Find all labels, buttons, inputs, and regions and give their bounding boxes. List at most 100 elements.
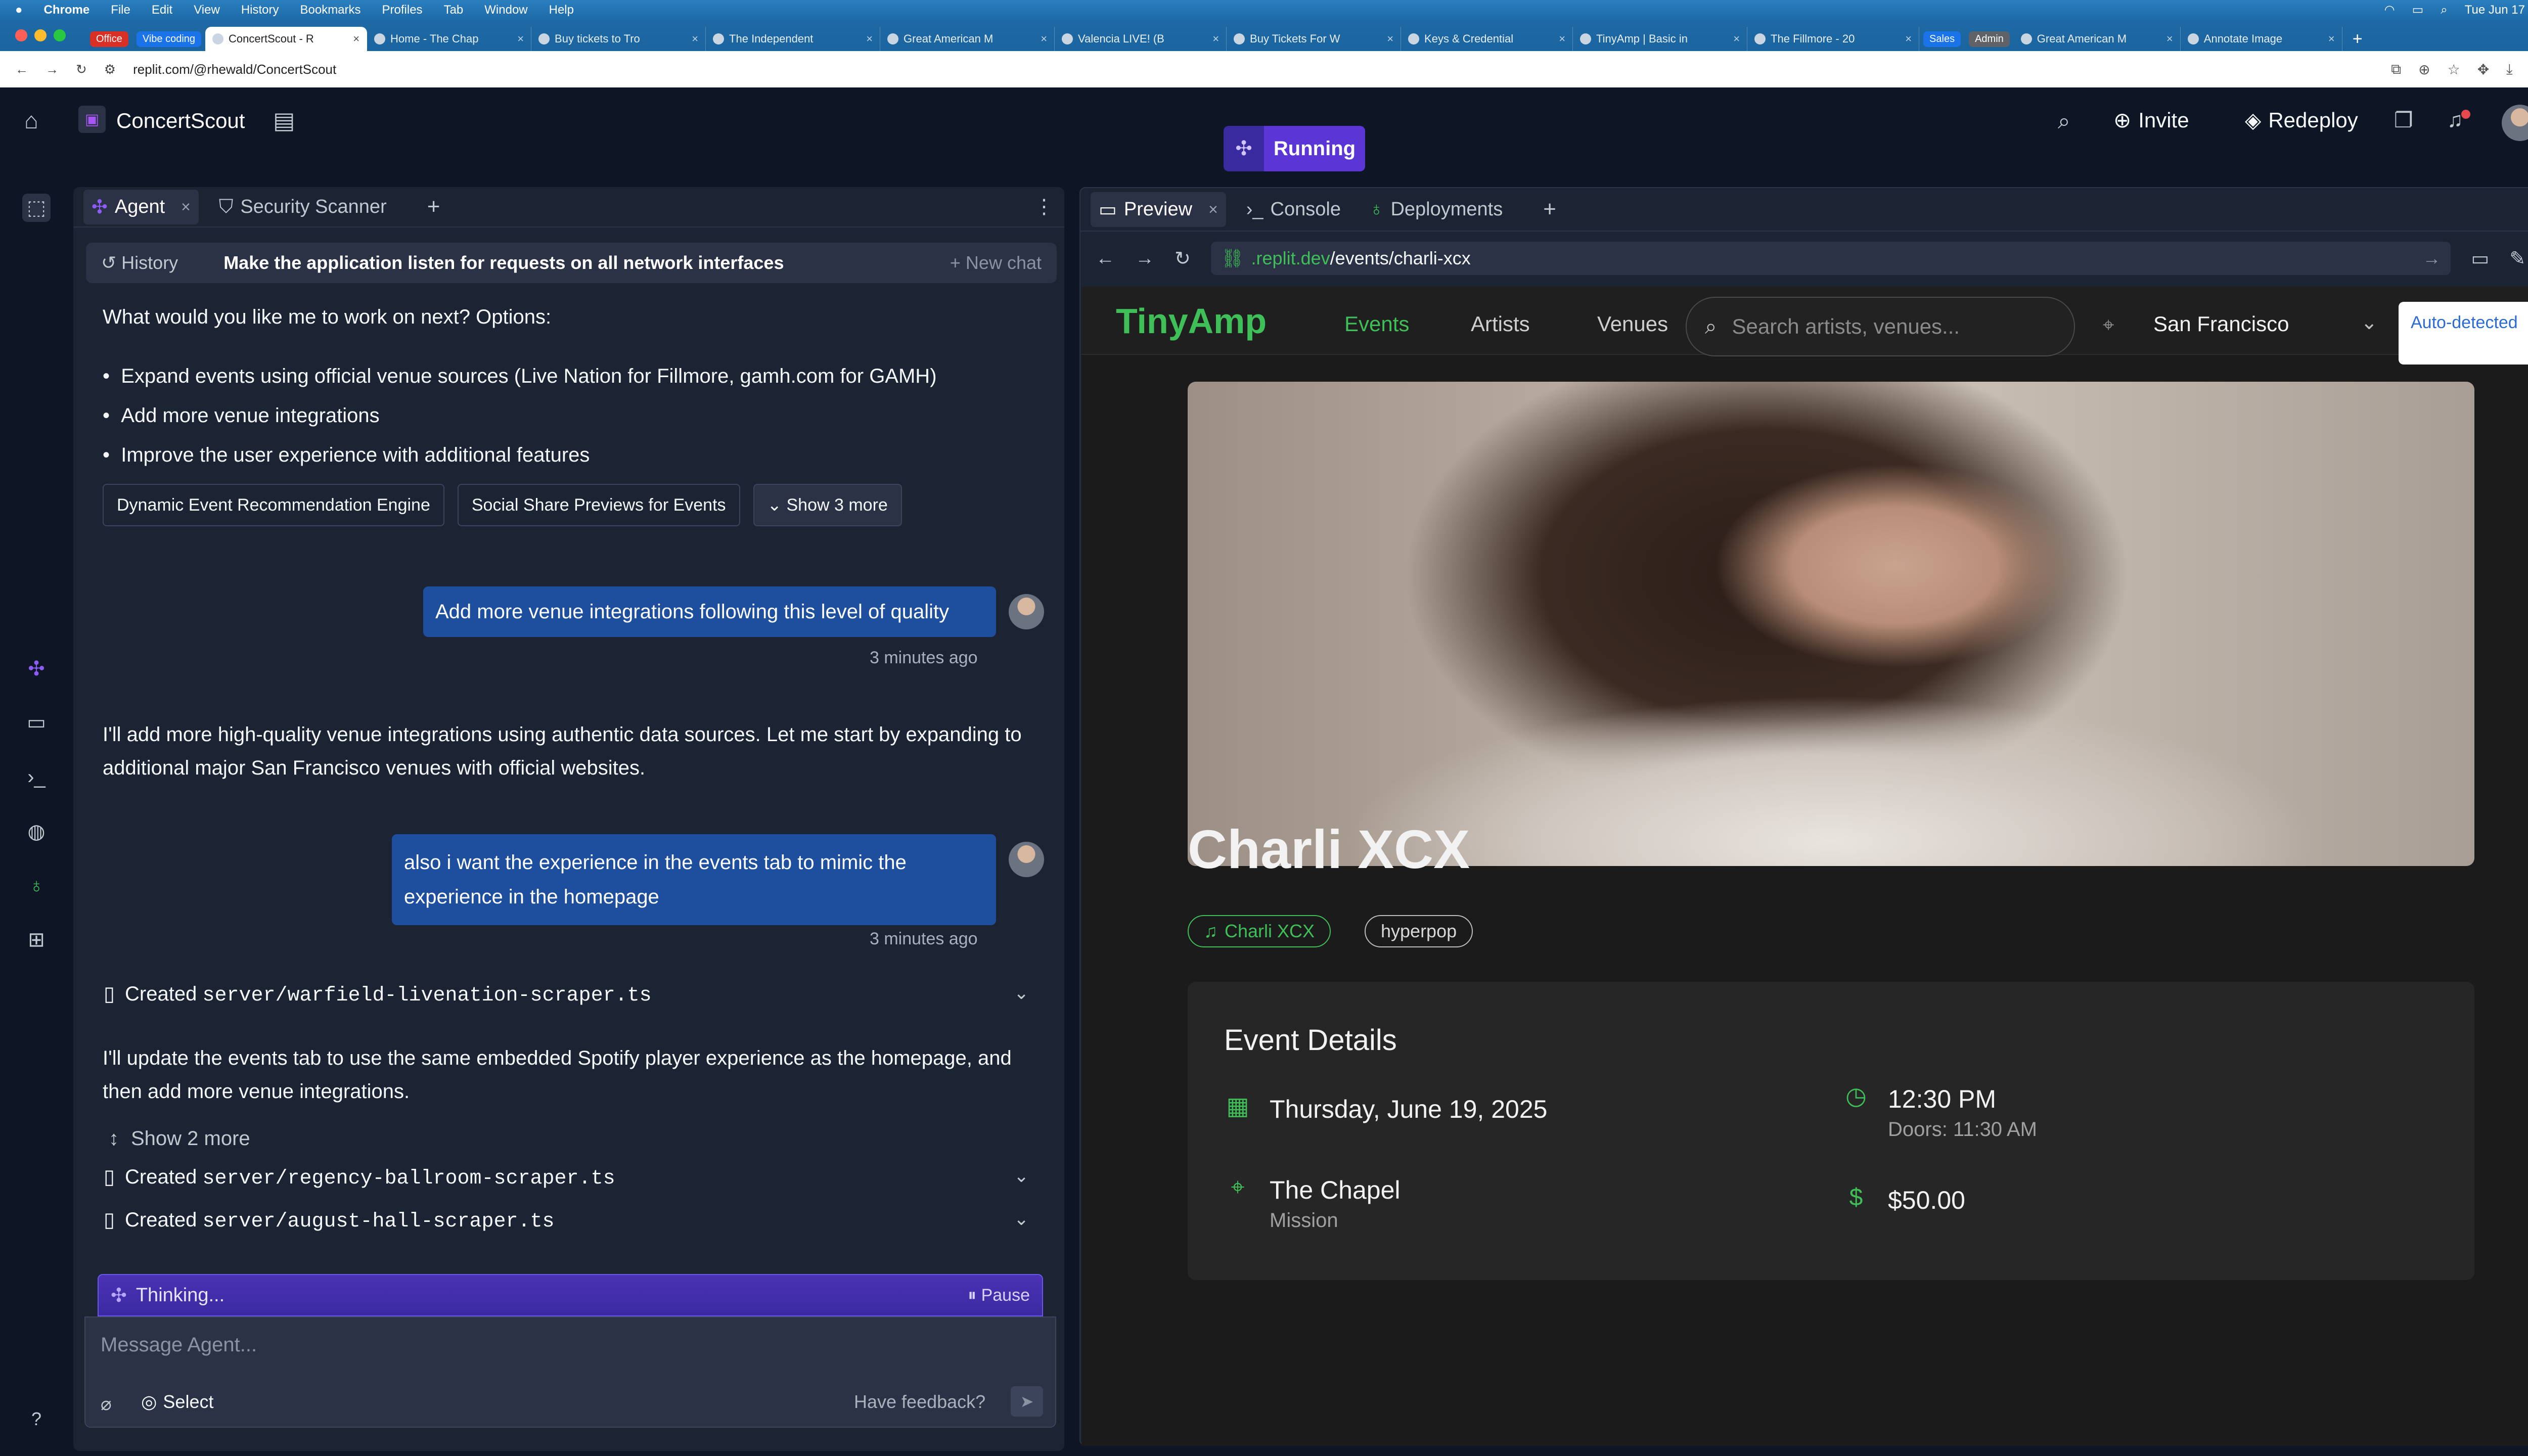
apple-icon[interactable]: ● [15, 3, 23, 17]
show-more-chips-button[interactable]: ⌄ Show 3 more [753, 484, 902, 526]
close-window-button[interactable] [15, 29, 27, 41]
nav-venues[interactable]: Venues [1597, 312, 1668, 336]
browser-tab[interactable]: TinyAmp | Basic in × [1573, 27, 1748, 51]
venue-name[interactable]: The Chapel [1270, 1174, 1401, 1206]
select-element-button[interactable]: ◎ Select [141, 1391, 213, 1413]
city-select[interactable]: San Francisco [2153, 312, 2289, 336]
preview-url-field[interactable]: ⛓ .replit.dev/events/charli-xcx → [1210, 242, 2451, 275]
site-logo[interactable]: TinyAmp [1116, 301, 1267, 341]
tab-group-office[interactable]: Office [90, 31, 128, 47]
minimize-window-button[interactable] [34, 29, 47, 41]
close-icon[interactable]: × [1733, 32, 1740, 46]
attach-icon[interactable]: ⌀ [101, 1393, 112, 1415]
more-options-icon[interactable]: ⋮ [1034, 195, 1054, 218]
browser-tab[interactable]: The Independent × [706, 27, 881, 51]
files-icon[interactable]: ▤ [273, 107, 295, 134]
browser-tab-active[interactable]: ConcertScout - R × [205, 27, 368, 51]
install-icon[interactable]: ⧉ [2391, 61, 2401, 78]
close-icon[interactable]: × [692, 32, 698, 46]
tab-group-admin[interactable]: Admin [1969, 31, 2010, 47]
close-icon[interactable]: × [1905, 32, 1912, 46]
menu-view[interactable]: View [194, 3, 220, 17]
created-file-row[interactable]: ▯ Created server/warfield-livenation-scra… [104, 982, 652, 1008]
search-icon[interactable]: ⌕ [2058, 109, 2070, 134]
chevron-down-icon[interactable]: ⌄ [1014, 1165, 1029, 1187]
chevron-down-icon[interactable]: ⌄ [1014, 982, 1029, 1004]
help-icon[interactable]: ? [22, 1405, 51, 1433]
close-icon[interactable]: × [2166, 32, 2173, 46]
nav-events[interactable]: Events [1344, 312, 1409, 336]
new-tab-icon[interactable]: + [2353, 29, 2363, 49]
tab-preview[interactable]: ▭ Preview × [1091, 192, 1226, 227]
wifi-icon[interactable]: ◠ [2384, 3, 2395, 17]
browser-tab[interactable]: Buy Tickets For W × [1227, 27, 1402, 51]
add-tab-icon[interactable]: + [1543, 197, 1556, 222]
close-icon[interactable]: × [517, 32, 524, 46]
browser-tab[interactable]: Keys & Credential × [1401, 27, 1573, 51]
genre-tag[interactable]: hyperpop [1365, 915, 1473, 947]
browser-tab[interactable]: Buy tickets to Tro × [531, 27, 706, 51]
chevron-down-icon[interactable]: ⌄ [2361, 311, 2378, 334]
run-button[interactable]: ✣ Running [1224, 126, 1365, 171]
close-icon[interactable]: × [1559, 32, 1565, 46]
all-tools-rail-icon[interactable]: ⊞ [22, 926, 51, 954]
created-file-row[interactable]: ▯ Created server/regency-ballroom-scraper… [104, 1165, 615, 1191]
home-icon[interactable]: ⌂ [24, 107, 38, 134]
suggestion-chip[interactable]: Social Share Previews for Events [457, 484, 740, 526]
reload-icon[interactable]: ↻ [76, 62, 87, 77]
battery-icon[interactable]: ▭ [2412, 3, 2424, 17]
menu-edit[interactable]: Edit [152, 3, 172, 17]
tab-group-sales[interactable]: Sales [1923, 31, 1961, 47]
menu-file[interactable]: File [111, 3, 130, 17]
suggestion-chip[interactable]: Dynamic Event Recommendation Engine [103, 484, 444, 526]
back-icon[interactable]: ← [1096, 248, 1115, 269]
history-button[interactable]: ↺ History [101, 252, 178, 274]
site-info-icon[interactable]: ⚙ [104, 62, 116, 77]
avatar[interactable] [2502, 105, 2528, 141]
tab-console[interactable]: ›_ Console [1238, 193, 1349, 226]
device-icon[interactable]: ▭ [2471, 247, 2489, 270]
show-more-steps-button[interactable]: ↕ Show 2 more [109, 1127, 250, 1150]
menu-history[interactable]: History [241, 3, 279, 17]
console-rail-icon[interactable]: ›_ [22, 763, 51, 791]
feedback-link[interactable]: Have feedback? [854, 1391, 985, 1413]
add-tab-icon[interactable]: + [427, 194, 440, 219]
artist-tag[interactable]: ♫ Charli XCX [1188, 915, 1331, 947]
menu-app-name[interactable]: Chrome [44, 3, 90, 17]
pause-button[interactable]: ⏸ Pause [968, 1286, 1030, 1305]
agent-rail-icon[interactable]: ✣ [22, 655, 51, 683]
download-icon[interactable]: ⤓ [2506, 61, 2512, 78]
extensions-icon[interactable]: ✥ [2477, 61, 2489, 78]
search-icon[interactable]: ⌕ [2441, 3, 2447, 17]
chevron-down-icon[interactable]: ⌄ [1014, 1208, 1029, 1230]
message-input[interactable]: Message Agent... [101, 1334, 257, 1356]
deployments-rail-icon[interactable]: ♁ [22, 872, 51, 900]
send-icon[interactable]: ➤ [1011, 1386, 1043, 1417]
browser-tab[interactable]: Great American M × [880, 27, 1055, 51]
browser-tab[interactable]: The Fillmore - 20 × [1747, 27, 1920, 51]
auto-detected-button[interactable]: Auto-detected [2399, 302, 2528, 365]
browser-tab[interactable]: Annotate Image × [2181, 27, 2342, 51]
url-field[interactable]: replit.com/@rhewald/ConcertScout [133, 62, 336, 77]
tab-group-vibe[interactable]: Vibe coding [136, 31, 202, 47]
invite-button[interactable]: ⊕ Invite [2113, 108, 2189, 132]
menu-help[interactable]: Help [549, 3, 574, 17]
go-icon[interactable]: → [2422, 248, 2441, 269]
redeploy-button[interactable]: ◈ Redeploy [2245, 108, 2358, 132]
new-tab-rail-icon[interactable]: ⬚ [22, 194, 51, 222]
database-rail-icon[interactable]: ◍ [22, 817, 51, 846]
close-icon[interactable]: × [1387, 32, 1393, 46]
reload-icon[interactable]: ↻ [1175, 247, 1191, 270]
back-icon[interactable]: ← [15, 62, 28, 77]
tab-agent[interactable]: ✣ Agent × [83, 189, 199, 224]
close-icon[interactable]: × [353, 32, 359, 46]
forward-icon[interactable]: → [1135, 248, 1154, 269]
browser-tab[interactable]: Valencia LIVE! (B × [1055, 27, 1227, 51]
devtools-icon[interactable]: ✎ [2509, 247, 2525, 270]
menu-profiles[interactable]: Profiles [382, 3, 423, 17]
close-icon[interactable]: × [1212, 32, 1219, 46]
browser-tab[interactable]: Home - The Chap × [367, 27, 532, 51]
new-chat-button[interactable]: + New chat [950, 252, 1042, 274]
tab-deployments[interactable]: ♁ Deployments [1361, 193, 1511, 226]
bookmark-star-icon[interactable]: ☆ [2448, 61, 2460, 78]
